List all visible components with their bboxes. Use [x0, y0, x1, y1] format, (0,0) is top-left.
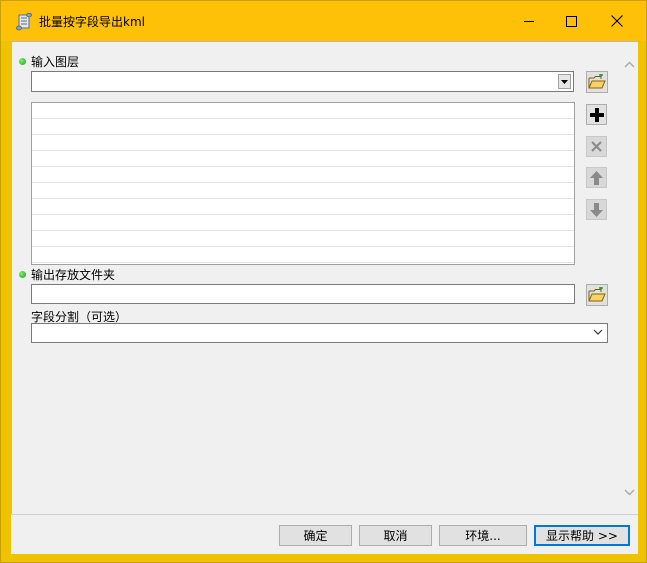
chevron-down-icon[interactable] [621, 484, 638, 501]
move-up-button[interactable] [586, 167, 607, 188]
minimize-button[interactable] [506, 1, 552, 41]
output-folder-input[interactable] [31, 284, 575, 304]
dialog-body: 输入图层 输出存放文件夹 字段分割（可选） [11, 41, 638, 514]
arrow-down-icon [590, 202, 603, 217]
output-folder-label: 输出存放文件夹 [31, 268, 116, 282]
triangle-down-icon [561, 79, 568, 84]
move-down-button[interactable] [586, 199, 607, 220]
remove-row-button[interactable] [586, 136, 607, 157]
cancel-button[interactable]: 取消 [359, 525, 432, 546]
required-indicator-icon [19, 58, 26, 65]
arrow-up-icon [590, 170, 603, 185]
dialog-footer: 确定 取消 环境... 显示帮助 >> [11, 514, 638, 554]
vertical-scrollbar[interactable] [621, 42, 638, 514]
browse-input-button[interactable] [586, 71, 608, 93]
chevron-up-icon[interactable] [621, 56, 638, 73]
field-split-label: 字段分割（可选） [31, 310, 128, 324]
field-split-select[interactable] [31, 323, 608, 343]
open-folder-icon [588, 74, 606, 89]
input-layer-combo[interactable] [31, 71, 574, 92]
tool-dialog-window: 批量按字段导出kml 输入图层 输出存放文件夹 字段分割（可选） 确定 取消 环… [0, 0, 647, 563]
required-indicator-icon [19, 271, 26, 278]
ok-button[interactable]: 确定 [279, 525, 352, 546]
input-layer-label: 输入图层 [31, 55, 80, 69]
maximize-icon [565, 15, 577, 27]
show-help-button[interactable]: 显示帮助 >> [534, 525, 630, 546]
layer-list[interactable] [31, 102, 575, 265]
maximize-button[interactable] [548, 1, 594, 41]
combo-dropdown-button[interactable] [558, 74, 571, 89]
window-title: 批量按字段导出kml [39, 15, 145, 29]
x-icon [591, 141, 602, 152]
environments-button[interactable]: 环境... [439, 525, 527, 546]
minimize-icon [524, 21, 534, 22]
browse-output-button[interactable] [586, 284, 608, 306]
plus-icon [589, 107, 604, 122]
open-folder-icon [588, 287, 606, 302]
close-button[interactable] [594, 1, 640, 41]
add-row-button[interactable] [586, 104, 607, 125]
tool-scroll-icon [16, 13, 32, 31]
close-icon [611, 15, 623, 27]
title-bar[interactable]: 批量按字段导出kml [1, 1, 646, 41]
chevron-down-icon [593, 329, 603, 335]
